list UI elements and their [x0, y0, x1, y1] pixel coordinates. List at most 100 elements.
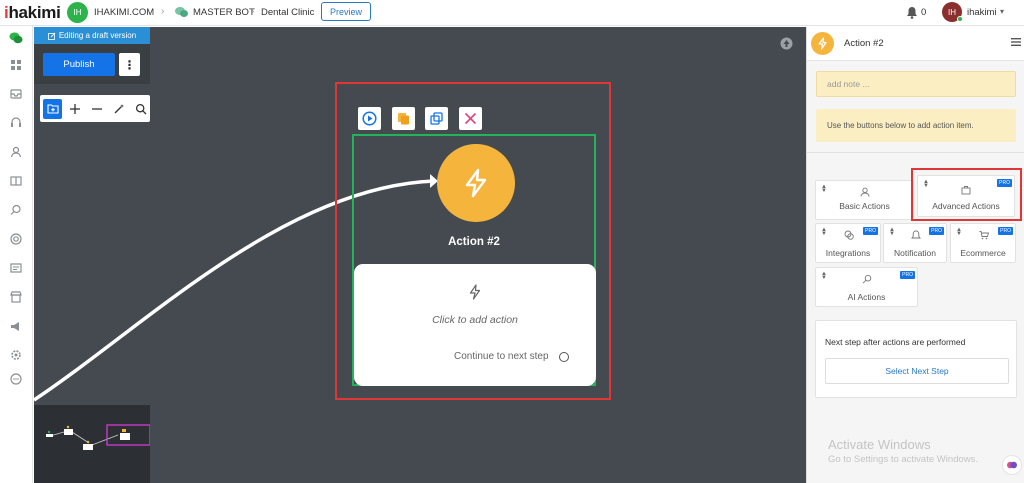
delete-node-button[interactable] [459, 107, 482, 130]
copy-icon [398, 113, 409, 125]
lightning-bolt-icon [465, 168, 487, 198]
lifebuoy-icon[interactable] [9, 232, 23, 246]
advanced-actions-highlight [911, 168, 1022, 221]
canvas-toolbar [40, 95, 150, 122]
brain-icon [1007, 461, 1017, 469]
drag-handle-icon: ▲ ▼ [821, 227, 827, 237]
minimap[interactable] [34, 405, 151, 483]
bell-icon[interactable] [906, 6, 918, 19]
book-icon[interactable] [9, 174, 23, 188]
action-node-icon [437, 144, 515, 222]
notification-count: 0 [921, 7, 927, 18]
ihakimi-logo[interactable]: ihakimi [4, 3, 61, 23]
user-icon[interactable] [9, 145, 23, 159]
notification-tile[interactable]: ▲ ▼ PRO Notification [883, 223, 947, 263]
zoom-out-tool[interactable] [87, 99, 106, 119]
lightning-bolt-icon [469, 284, 481, 300]
left-sidebar [0, 26, 33, 483]
add-action-link[interactable]: Click to add action [354, 314, 596, 326]
search-icon [862, 274, 872, 284]
note-input[interactable]: add note ... [816, 71, 1016, 97]
publish-button[interactable]: Publish [43, 53, 115, 76]
panel-title[interactable]: Action #2 [844, 38, 884, 49]
search-icon [135, 103, 146, 114]
windows-watermark-subtitle: Go to Settings to activate Windows. [828, 454, 978, 465]
add-action-card[interactable]: Click to add action Continue to next ste… [354, 264, 596, 386]
basic-actions-tile[interactable]: ▲ ▼ Basic Actions [815, 180, 914, 220]
copy-node-button[interactable] [392, 107, 415, 130]
breadcrumb-page: Dental Clinic [261, 7, 315, 18]
caret-down-icon[interactable]: ▾ [1000, 7, 1004, 16]
drag-handle-icon: ▲ ▼ [956, 227, 962, 237]
magic-wand-icon [114, 103, 124, 113]
user-icon [860, 187, 870, 197]
search-tool[interactable] [131, 99, 150, 119]
assistant-button[interactable] [1002, 455, 1022, 475]
auto-arrange-tool[interactable] [109, 99, 128, 119]
window-icon[interactable] [9, 261, 23, 275]
publish-area: Publish ⋮ [34, 44, 150, 84]
duplicate-node-button[interactable] [425, 107, 448, 130]
lightning-bolt-icon [818, 37, 827, 50]
next-step-title: Next step after actions are performed [825, 337, 966, 347]
ecommerce-tile[interactable]: ▲ ▼ PRO Ecommerce [950, 223, 1016, 263]
megaphone-icon[interactable] [9, 319, 23, 333]
panel-header: Action #2 [807, 27, 1024, 61]
run-node-button[interactable] [358, 107, 381, 130]
chat-bubbles-icon [844, 230, 854, 240]
recenter-icon[interactable] [780, 37, 793, 50]
headset-icon[interactable] [9, 116, 23, 130]
draft-version-banner: Editing a draft version [34, 27, 150, 44]
drag-handle-icon: ▲ ▼ [821, 184, 827, 194]
pro-badge: PRO [863, 227, 878, 235]
edit-icon [47, 32, 56, 40]
action-node[interactable]: Action #2 Click to add action Continue t… [352, 134, 596, 386]
add-action-hint: Use the buttons below to add action item… [816, 109, 1016, 142]
breadcrumb-chevron-icon: › [251, 6, 255, 17]
windows-watermark-title: Activate Windows [828, 437, 931, 452]
minus-icon [91, 107, 102, 110]
divider [807, 152, 1024, 153]
breadcrumb-chevron-icon: › [161, 6, 165, 17]
action-node-icon [811, 32, 834, 55]
breadcrumb-bot[interactable]: MASTER BOT [193, 7, 255, 18]
top-bar: ihakimi IH IHAKIMI.COM › MASTER BOT › De… [0, 0, 1024, 26]
search-icon[interactable] [9, 203, 23, 217]
user-name[interactable]: ihakimi [967, 7, 997, 18]
integrations-tile[interactable]: ▲ ▼ PRO Integrations [815, 223, 881, 263]
breadcrumb-workspace[interactable]: IHAKIMI.COM [94, 7, 154, 18]
store-icon[interactable] [9, 290, 23, 304]
drag-handle-icon: ▲ ▼ [821, 271, 827, 281]
chat-bubbles-icon[interactable] [9, 31, 23, 45]
flow-canvas[interactable]: Editing a draft version Publish ⋮ Action… [34, 27, 806, 483]
bell-icon [911, 230, 921, 239]
drag-handle-icon: ▲ ▼ [889, 227, 895, 237]
next-step-connector[interactable] [559, 352, 569, 362]
hamburger-menu-icon[interactable] [1011, 37, 1021, 47]
gear-icon[interactable] [9, 348, 23, 362]
play-circle-icon [362, 111, 377, 126]
more-options-button[interactable]: ⋮ [119, 53, 140, 76]
minimap-preview [46, 424, 151, 450]
pro-badge: PRO [929, 227, 944, 235]
folder-plus-icon [46, 104, 59, 114]
chat-bubbles-icon [175, 7, 188, 17]
workspace-avatar[interactable]: IH [67, 2, 88, 23]
pro-badge: PRO [900, 271, 915, 279]
continue-label: Continue to next step [454, 351, 549, 362]
ai-actions-tile[interactable]: ▲ ▼ PRO AI Actions [815, 267, 918, 307]
chat-icon[interactable] [9, 372, 23, 386]
duplicate-icon [430, 112, 443, 125]
node-title: Action #2 [448, 236, 500, 248]
online-status-dot [957, 16, 963, 22]
dashboard-grid-icon[interactable] [9, 58, 23, 72]
zoom-in-tool[interactable] [65, 99, 84, 119]
inbox-icon[interactable] [9, 87, 23, 101]
properties-panel: Action #2 add note ... Use the buttons b… [806, 27, 1024, 483]
cart-icon [979, 231, 989, 240]
preview-button[interactable]: Preview [321, 2, 371, 21]
plus-icon [69, 103, 80, 114]
select-next-step-button[interactable]: Select Next Step [825, 358, 1009, 384]
pro-badge: PRO [998, 227, 1013, 235]
add-folder-tool[interactable] [43, 98, 62, 119]
